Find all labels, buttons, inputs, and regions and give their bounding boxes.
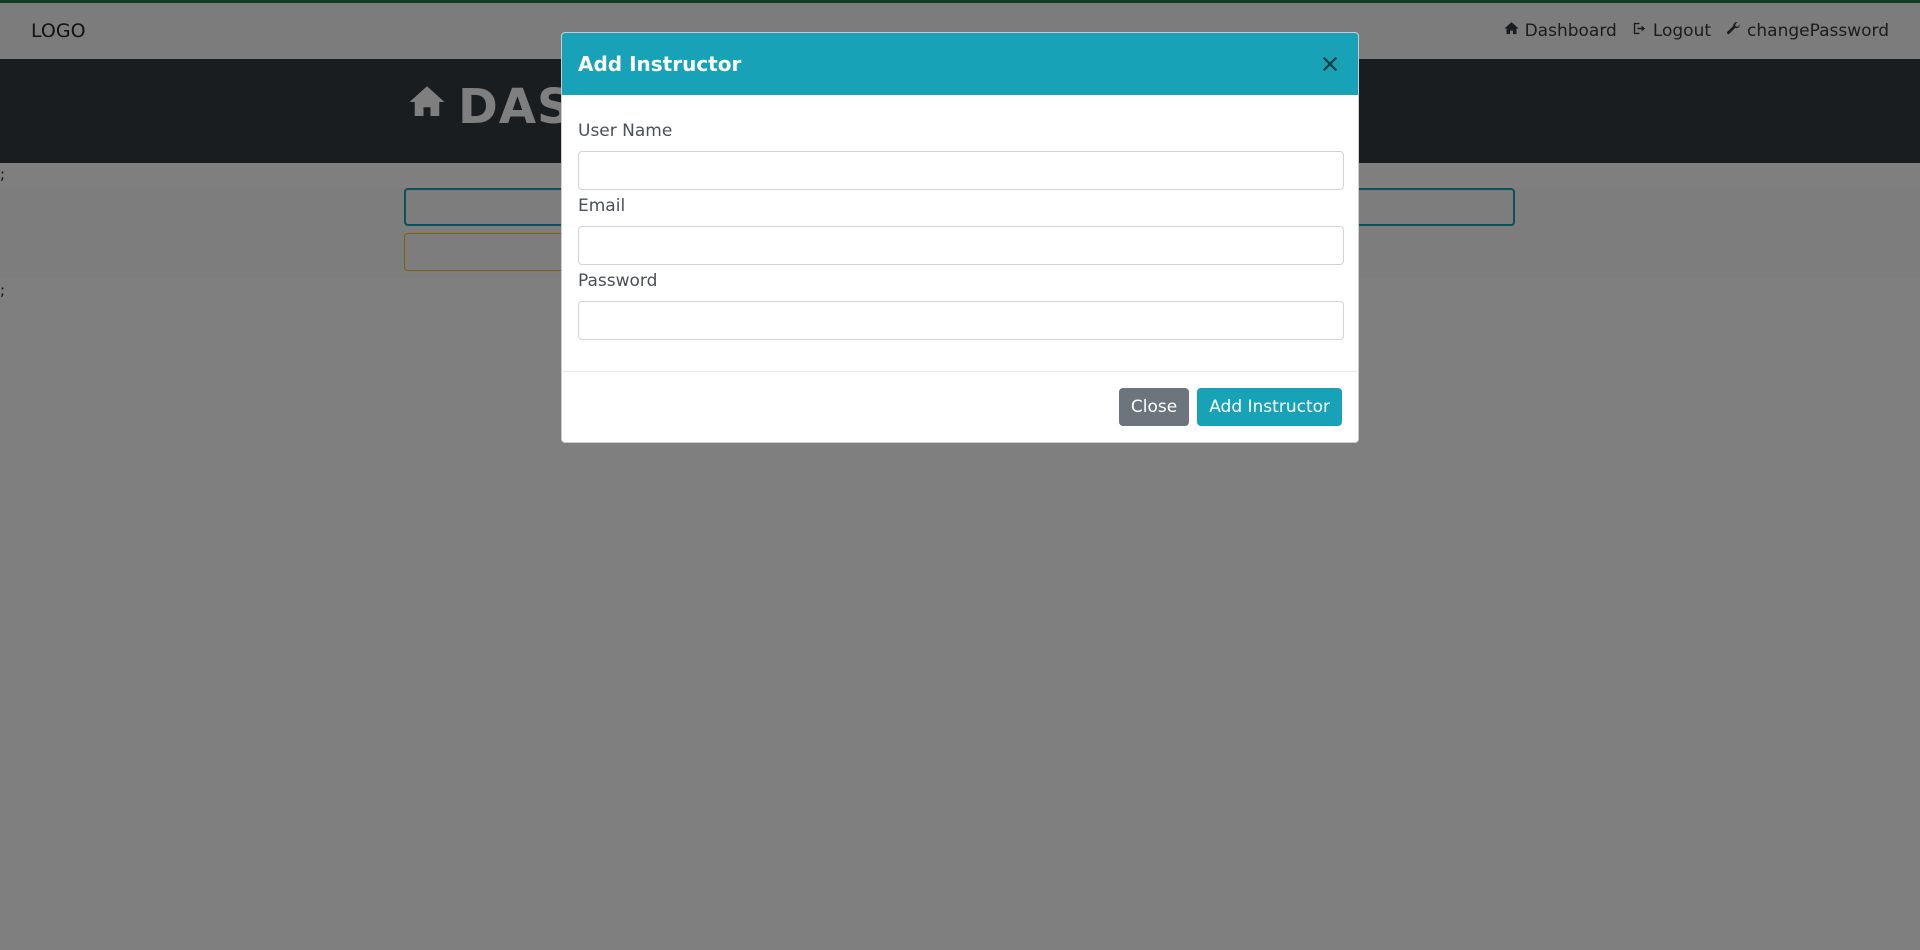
close-icon[interactable] (1318, 52, 1342, 76)
close-button[interactable]: Close (1118, 388, 1190, 426)
username-input[interactable] (578, 151, 1344, 190)
modal-footer: Close Add Instructor (562, 371, 1358, 442)
username-label: User Name (578, 121, 673, 141)
email-input[interactable] (578, 226, 1344, 265)
email-group: Email (578, 196, 1344, 265)
password-input[interactable] (578, 301, 1344, 340)
password-label: Password (578, 271, 658, 291)
add-instructor-submit-button[interactable]: Add Instructor (1197, 388, 1342, 426)
username-group: User Name (578, 121, 1344, 190)
modal-title: Add Instructor (578, 52, 742, 76)
password-group: Password (578, 271, 1344, 340)
add-instructor-modal: Add Instructor User Name Email Password … (561, 32, 1359, 443)
email-label: Email (578, 196, 626, 216)
modal-header: Add Instructor (562, 33, 1358, 95)
modal-body: User Name Email Password (562, 95, 1358, 375)
